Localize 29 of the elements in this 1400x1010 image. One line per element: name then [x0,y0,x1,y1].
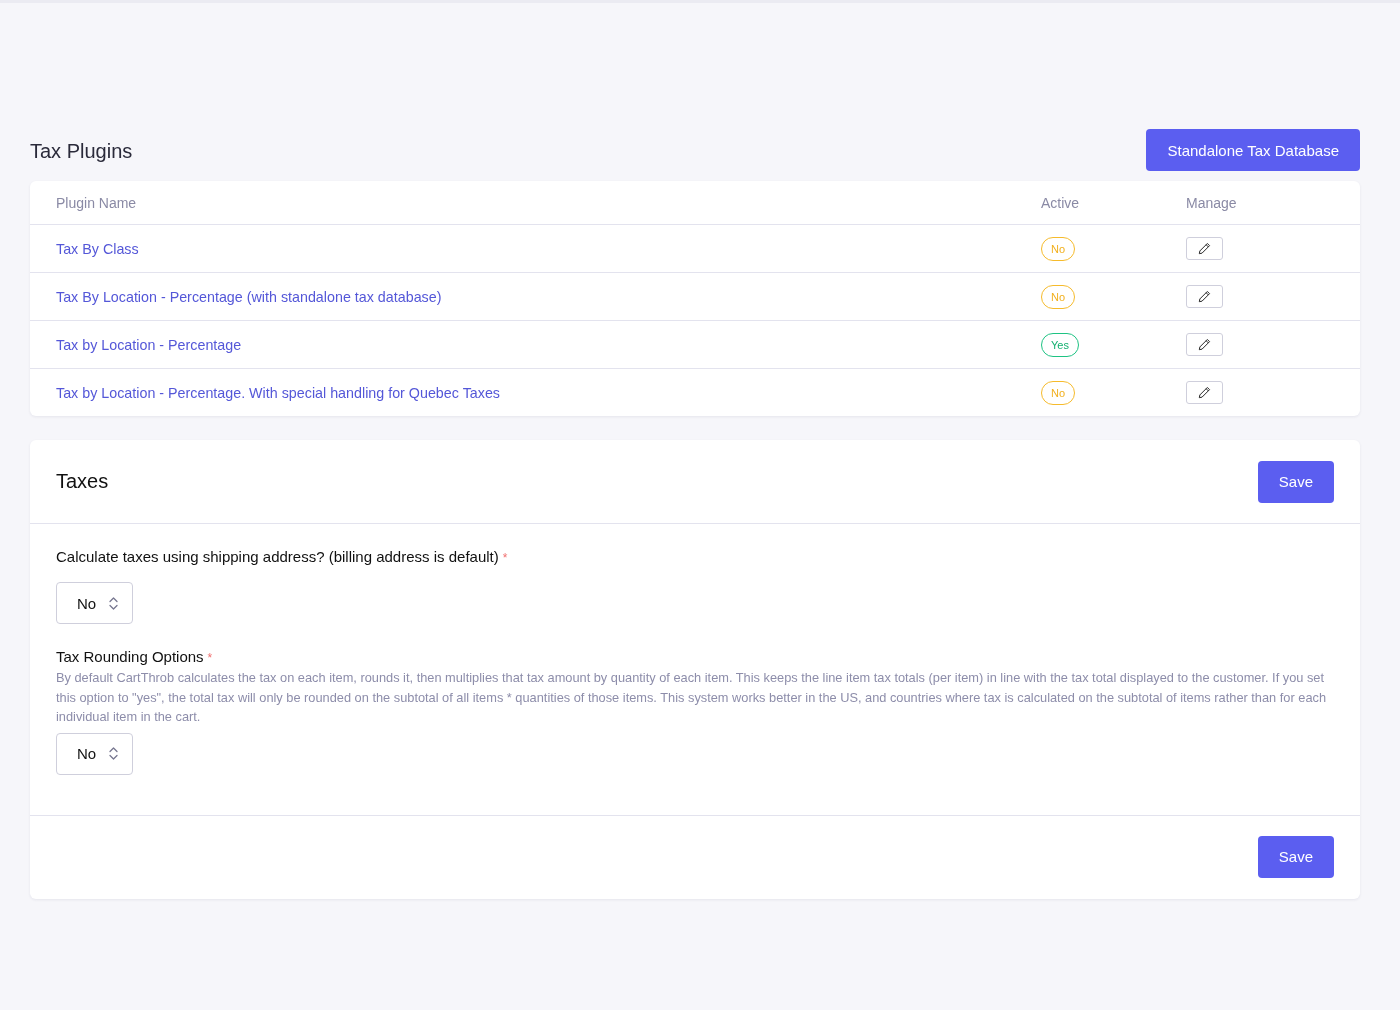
plugin-name-link[interactable]: Tax By Location - Percentage (with standalone tax database) [56,288,442,305]
select-dropdown[interactable]: No [56,582,133,624]
column-header: Manage [1186,194,1237,211]
standalone-database-button[interactable]: Standalone Tax Database [1146,129,1360,171]
pencil-icon [1198,386,1211,399]
select-dropdown[interactable]: No [56,732,133,775]
section-title: Tax Plugins [30,139,133,163]
pencil-icon [1198,242,1211,255]
field-description: By default CartThrob calculates the tax on each item, rounds it, then multiplies that tax amount by quantity of each item. This keeps the line item tax totals (per item) in line with the tax total displayed to the customer. If you set this option to "yes", the total tax will only be rounded on the subtotal of all items * quantities of those items. This system works better in the US, and countries where tax is calculated on the subtotal of items rather than for each individual item in the cart. [56,669,1327,726]
field-label: Calculate taxes using shipping address? (billing address is default) [56,548,499,565]
pencil-icon [1198,338,1211,351]
edit-button[interactable] [1186,333,1223,356]
column-header: Plugin Name [56,194,137,211]
column-header: Active [1041,194,1080,211]
field-label: Tax Rounding Options [56,648,204,665]
card-title: Taxes [56,470,109,493]
chevron-up-down-icon [109,596,119,610]
edit-button[interactable] [1186,237,1223,260]
plugin-name-link[interactable]: Tax by Location - Percentage [56,336,242,353]
plugin-name-link[interactable]: Tax By Class [56,240,139,257]
required-mark: * [207,651,213,665]
save-button[interactable]: Save [1257,835,1334,878]
save-button[interactable]: Save [1257,460,1334,503]
edit-button[interactable] [1186,381,1223,404]
edit-button[interactable] [1186,285,1223,308]
plugin-name-link[interactable]: Tax by Location - Percentage. With special handling for Quebec Taxes [56,384,500,401]
required-mark: * [502,551,508,565]
chevron-up-down-icon [109,747,119,760]
pencil-icon [1198,290,1211,303]
